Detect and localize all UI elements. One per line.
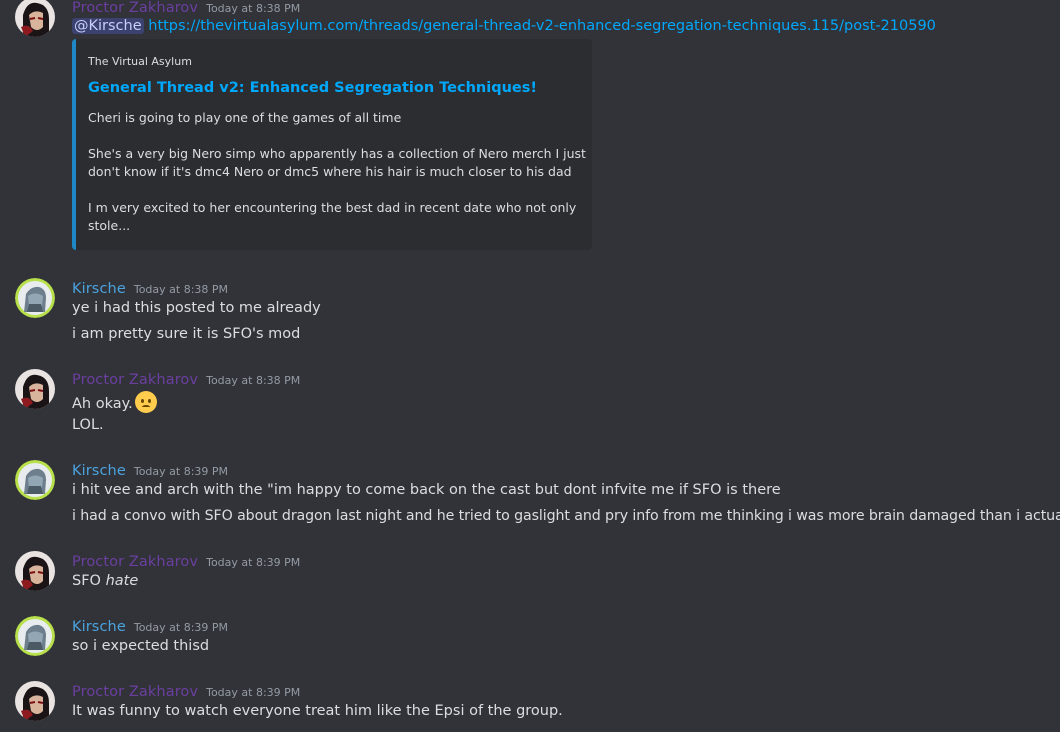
message-content: Ah okay. bbox=[72, 391, 157, 413]
author-name[interactable]: Proctor Zakharov bbox=[72, 0, 198, 16]
message-line: i am pretty sure it is SFO's mod bbox=[72, 326, 301, 342]
author-name[interactable]: Proctor Zakharov bbox=[72, 372, 198, 388]
embed-description-line: She's a very big Nero simp who apparentl… bbox=[88, 146, 586, 161]
author-name[interactable]: Kirsche bbox=[72, 463, 126, 479]
message-text: SFO bbox=[72, 573, 101, 589]
avatar-kirsche-image bbox=[15, 278, 55, 318]
avatar-kirsche[interactable] bbox=[15, 616, 55, 656]
embed-description-line: Cheri is going to play one of the games … bbox=[88, 110, 402, 125]
embed-description-line: don't know if it's dmc4 Nero or dmc5 whe… bbox=[88, 164, 572, 179]
message-line: ye i had this posted to me already bbox=[72, 300, 321, 316]
message-line: It was funny to watch everyone treat him… bbox=[72, 703, 563, 719]
author-name[interactable]: Proctor Zakharov bbox=[72, 684, 198, 700]
message-header: Proctor Zakharov Today at 8:38 PM bbox=[72, 369, 300, 388]
message-text: Ah okay. bbox=[72, 396, 133, 412]
timestamp: Today at 8:39 PM bbox=[133, 465, 229, 478]
avatar-kirsche[interactable] bbox=[15, 460, 55, 500]
avatar-proctor[interactable] bbox=[15, 681, 55, 721]
timestamp: Today at 8:39 PM bbox=[206, 556, 301, 569]
timestamp: Today at 8:39 PM bbox=[133, 621, 229, 634]
avatar-proctor-image bbox=[15, 0, 55, 37]
author-name[interactable]: Kirsche bbox=[72, 619, 126, 635]
message-line: LOL. bbox=[72, 417, 104, 433]
message-header: Proctor Zakharov Today at 8:39 PM bbox=[72, 551, 300, 570]
message-content: SFO hate bbox=[72, 573, 138, 589]
message-header: Kirsche Today at 8:39 PM bbox=[72, 460, 228, 479]
frowning-face-emoji-icon[interactable] bbox=[134, 391, 157, 413]
message-header: Kirsche Today at 8:38 PM bbox=[72, 278, 228, 297]
timestamp: Today at 8:38 PM bbox=[206, 2, 301, 15]
message-italic-text: hate bbox=[105, 573, 139, 589]
avatar-proctor-image bbox=[15, 551, 55, 591]
message-line: so i expected thisd bbox=[72, 638, 210, 654]
message-header: Kirsche Today at 8:39 PM bbox=[72, 616, 228, 635]
author-name[interactable]: Kirsche bbox=[72, 281, 126, 297]
avatar-proctor[interactable] bbox=[15, 551, 55, 591]
message-header: Proctor Zakharov Today at 8:38 PM bbox=[72, 0, 300, 16]
author-name[interactable]: Proctor Zakharov bbox=[72, 554, 198, 570]
timestamp: Today at 8:39 PM bbox=[206, 686, 301, 699]
message-line: i had a convo with SFO about dragon last… bbox=[72, 508, 1060, 524]
embed-title[interactable]: General Thread v2: Enhanced Segregation … bbox=[88, 80, 537, 96]
avatar-proctor-image bbox=[15, 681, 55, 721]
avatar-kirsche-image bbox=[15, 616, 55, 656]
thread-link[interactable]: https://thevirtualasylum.com/threads/gen… bbox=[148, 18, 936, 34]
avatar-proctor[interactable] bbox=[15, 0, 55, 37]
avatar-kirsche[interactable] bbox=[15, 278, 55, 318]
message-line: i hit vee and arch with the "im happy to… bbox=[72, 482, 781, 498]
timestamp: Today at 8:38 PM bbox=[206, 374, 301, 387]
embed-provider[interactable]: The Virtual Asylum bbox=[88, 55, 192, 68]
timestamp: Today at 8:38 PM bbox=[133, 283, 229, 296]
message-content: @Kirsche https://thevirtualasylum.com/th… bbox=[72, 18, 936, 34]
embed-description-line: I m very excited to her encountering the… bbox=[88, 200, 577, 215]
avatar-proctor-image bbox=[15, 369, 55, 409]
avatar-kirsche-image bbox=[15, 460, 55, 500]
user-mention[interactable]: @Kirsche bbox=[72, 18, 144, 34]
avatar-proctor[interactable] bbox=[15, 369, 55, 409]
link-embed: The Virtual Asylum General Thread v2: En… bbox=[72, 39, 592, 250]
embed-description-line: stole... bbox=[88, 218, 131, 233]
message-header: Proctor Zakharov Today at 8:39 PM bbox=[72, 681, 300, 700]
